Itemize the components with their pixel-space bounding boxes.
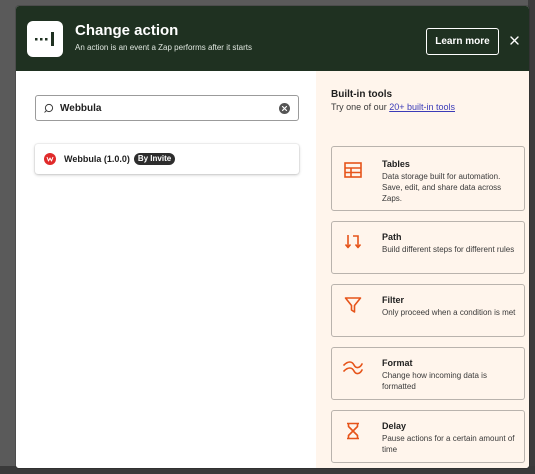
tool-description: Only proceed when a condition is met: [382, 308, 516, 317]
by-invite-badge: By Invite: [133, 153, 176, 165]
action-step-icon: [27, 21, 63, 57]
tool-description: Data storage built for automation. Save,…: [382, 172, 502, 203]
close-icon[interactable]: [508, 34, 520, 46]
tool-name: Path: [382, 232, 402, 242]
tool-description: Build different steps for different rule…: [382, 245, 515, 254]
search-input-value[interactable]: Webbula: [60, 103, 279, 114]
tool-name: Tables: [382, 159, 410, 169]
tool-description: Change how incoming data is formatted: [382, 371, 487, 391]
dialog-header: Change action An action is an event a Za…: [16, 6, 529, 71]
dialog-subtitle: An action is an event a Zap performs aft…: [75, 43, 252, 52]
search-input[interactable]: Webbula: [35, 95, 299, 121]
tool-description: Pause actions for a certain amount of ti…: [382, 434, 515, 454]
tool-card-delay[interactable]: Delay Pause actions for a certain amount…: [331, 410, 525, 463]
dialog-title-group: Change action An action is an event a Za…: [75, 22, 252, 54]
result-app-name: Webbula (1.0.0): [64, 154, 130, 164]
builtin-tools-link[interactable]: 20+ built-in tools: [389, 102, 455, 112]
search-result-item[interactable]: Webbula (1.0.0) By Invite: [35, 144, 299, 174]
webbula-logo-icon: [44, 153, 56, 165]
tool-name: Format: [382, 358, 413, 368]
builtin-tools-panel: Built-in tools Try one of our 20+ built-…: [316, 71, 529, 468]
hourglass-icon: [343, 421, 363, 441]
format-icon: [343, 358, 363, 378]
tool-card-path[interactable]: Path Build different steps for different…: [331, 221, 525, 274]
backdrop-edge-right: [528, 0, 535, 474]
builtin-tools-subtitle-text: Try one of our: [331, 102, 390, 112]
tool-name: Filter: [382, 295, 405, 305]
search-icon: [44, 103, 54, 113]
builtin-tools-subtitle: Try one of our 20+ built-in tools: [331, 102, 455, 112]
builtin-tools-title: Built-in tools: [331, 89, 393, 100]
search-panel: Webbula Webbula (1.0.0) By Invite: [16, 71, 316, 468]
path-icon: [343, 232, 363, 252]
tool-card-filter[interactable]: Filter Only proceed when a condition is …: [331, 284, 525, 337]
table-icon: [343, 160, 363, 180]
clear-search-icon[interactable]: [279, 102, 290, 114]
filter-icon: [343, 295, 363, 315]
change-action-dialog: Change action An action is an event a Za…: [16, 6, 529, 468]
learn-more-button[interactable]: Learn more: [426, 28, 499, 55]
tool-card-tables[interactable]: Tables Data storage built for automation…: [331, 146, 525, 211]
tool-name: Delay: [382, 421, 407, 431]
tool-card-format[interactable]: Format Change how incoming data is forma…: [331, 347, 525, 400]
dialog-title: Change action: [75, 22, 179, 39]
